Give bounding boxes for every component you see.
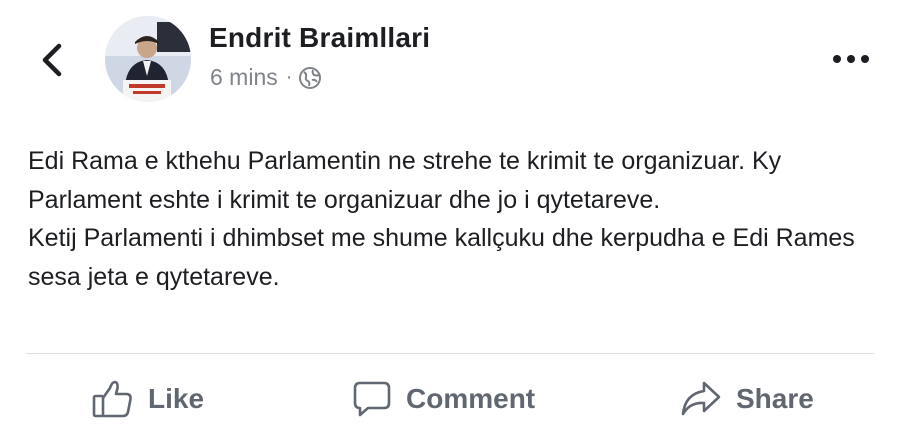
- post-paragraph: Ketij Parlamenti i dhimbset me shume kal…: [28, 224, 855, 291]
- post-paragraph: Edi Rama e kthehu Parlamentin ne strehe …: [28, 147, 782, 214]
- comment-button[interactable]: Comment: [352, 378, 535, 420]
- avatar[interactable]: [105, 16, 191, 102]
- comment-icon: [352, 379, 392, 419]
- chevron-left-icon: [42, 43, 62, 77]
- thumbs-up-icon: [92, 379, 134, 419]
- globe-icon: [298, 66, 322, 90]
- share-icon: [680, 379, 722, 419]
- divider: [26, 353, 874, 354]
- post-timestamp[interactable]: 6 mins: [210, 64, 278, 91]
- meta-separator: ·: [285, 66, 293, 88]
- back-button[interactable]: [30, 38, 74, 82]
- post-text: Edi Rama e kthehu Parlamentin ne strehe …: [28, 142, 878, 296]
- action-bar: Like Comment Share: [0, 368, 900, 430]
- more-options-button[interactable]: [826, 46, 876, 72]
- more-dots-icon: [833, 55, 869, 63]
- like-button[interactable]: Like: [92, 378, 204, 420]
- share-button[interactable]: Share: [680, 378, 814, 420]
- comment-label: Comment: [406, 383, 536, 414]
- like-label: Like: [148, 383, 205, 414]
- author-name[interactable]: Endrit Braimllari: [209, 22, 430, 54]
- share-label: Share: [736, 383, 814, 414]
- post-meta: 6 mins ·: [210, 64, 322, 91]
